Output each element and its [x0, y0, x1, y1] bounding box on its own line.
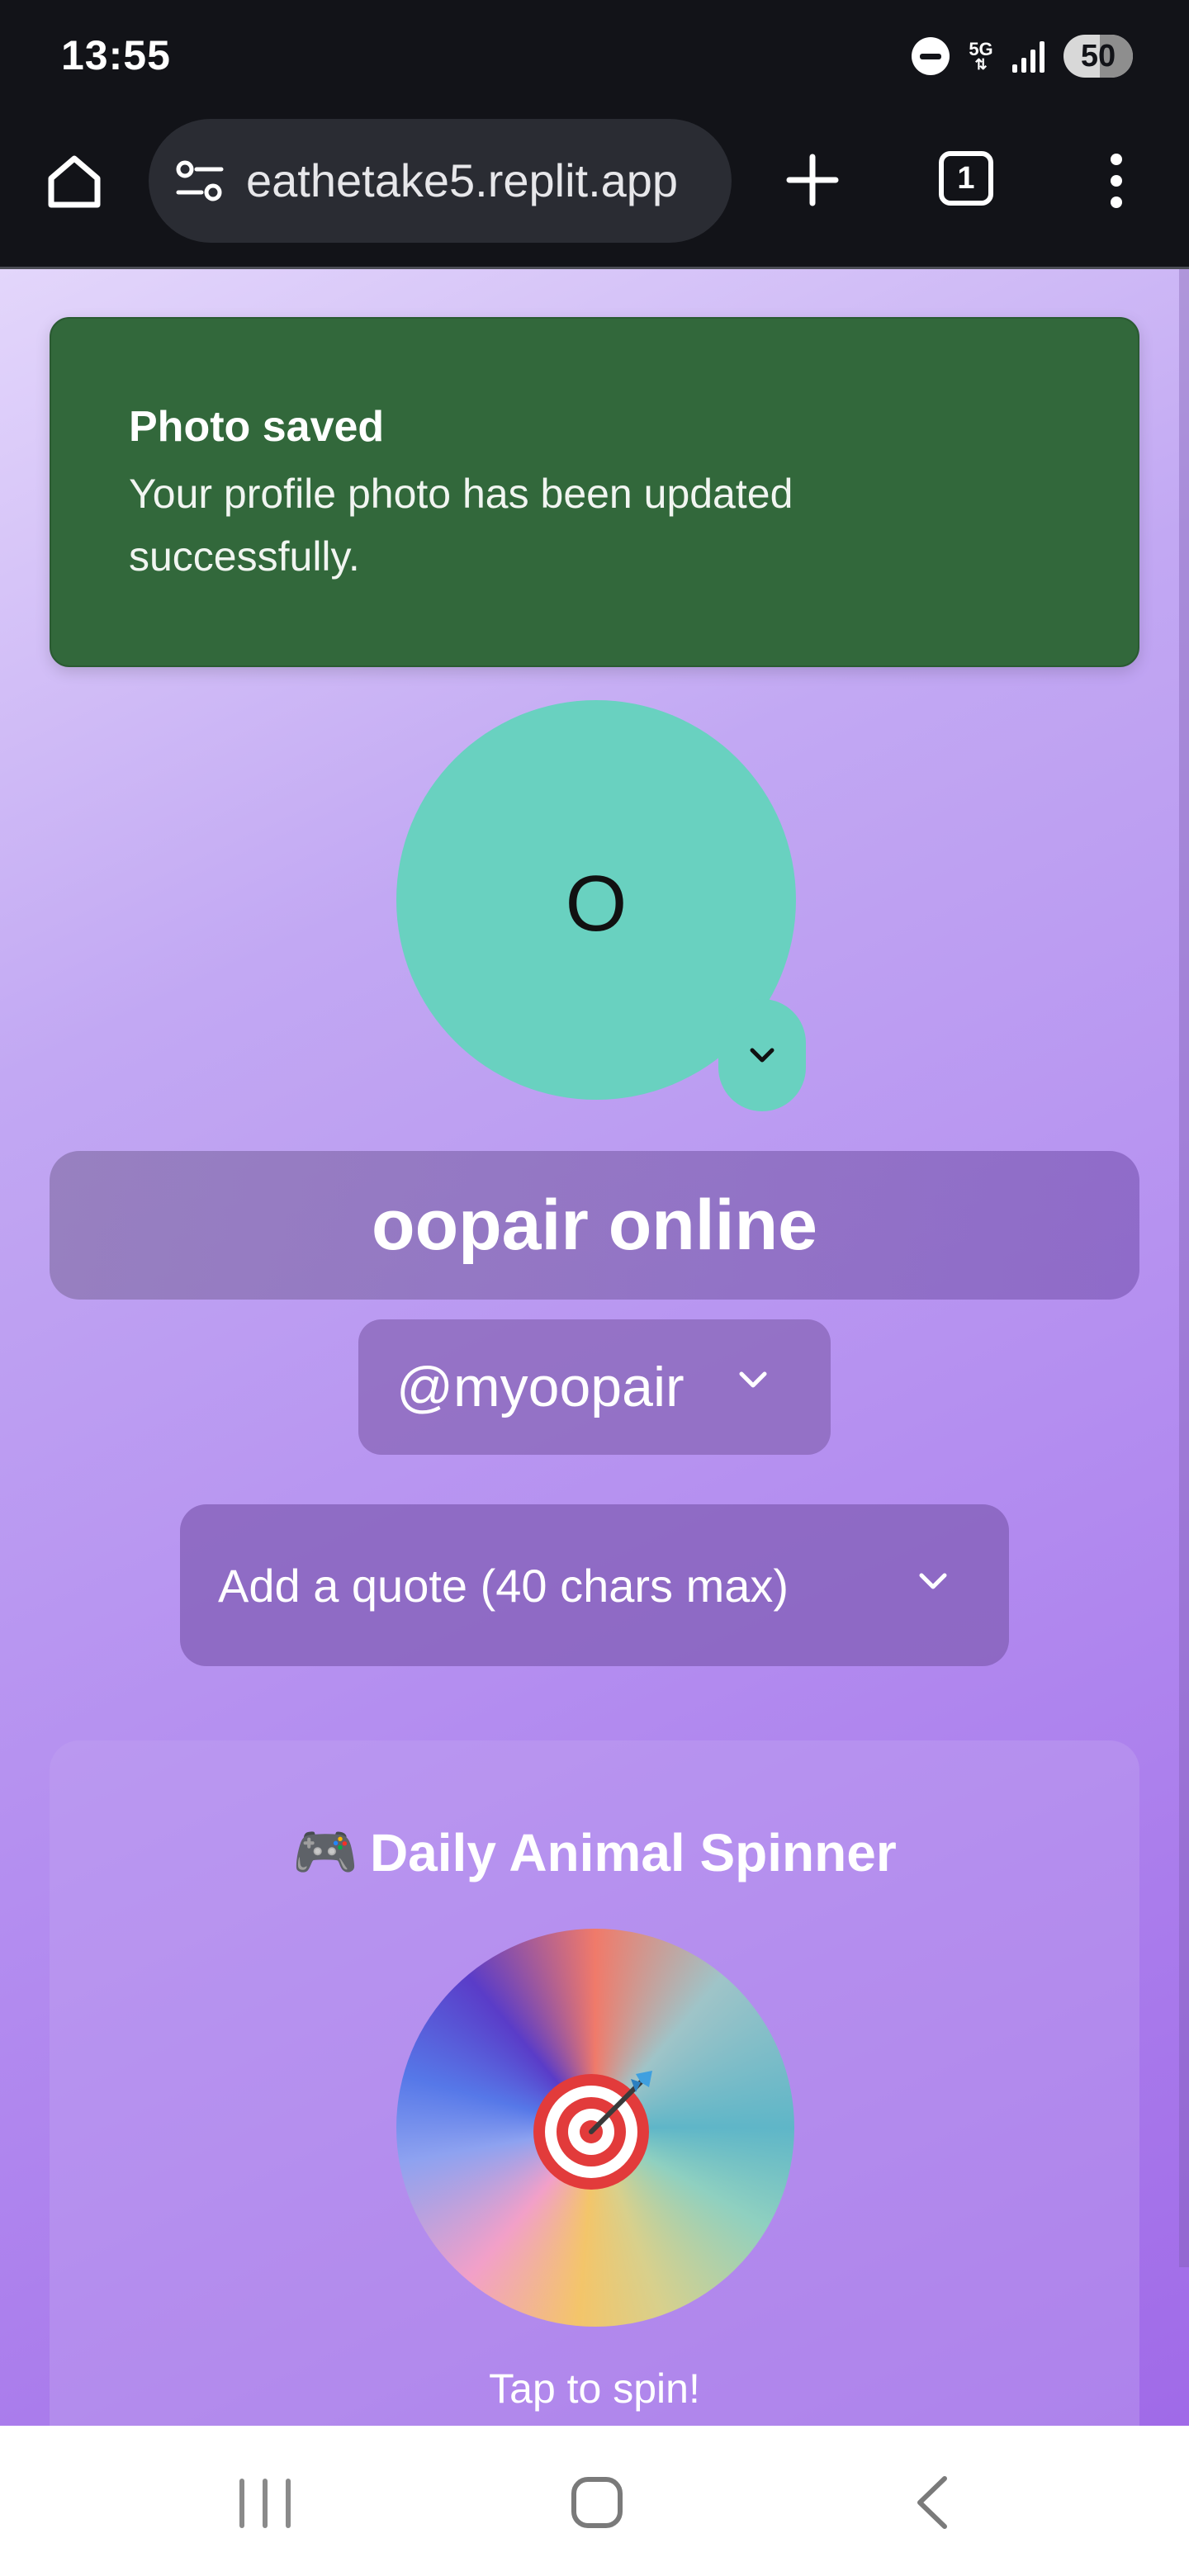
spinner-title: 🎮 Daily Animal Spinner	[50, 1821, 1139, 1883]
target-icon	[533, 2071, 652, 2190]
page-content: Photo saved Your profile photo has been …	[0, 269, 1189, 2426]
chevron-down-icon	[919, 1573, 947, 1589]
battery-icon: 50	[1063, 35, 1133, 78]
toast-notification: Photo saved Your profile photo has been …	[50, 317, 1139, 667]
spinner-wheel[interactable]	[396, 1929, 794, 2327]
battery-level: 50	[1080, 38, 1116, 73]
signal-icon	[1012, 40, 1049, 73]
avatar-menu-button[interactable]	[718, 999, 806, 1111]
status-bar: 13:55 5G ⇅ 50	[0, 0, 1189, 114]
toast-title: Photo saved	[129, 403, 385, 451]
quote-dropdown[interactable]: Add a quote (40 chars max)	[180, 1504, 1009, 1666]
more-menu-icon[interactable]	[1092, 144, 1141, 218]
home-nav-icon[interactable]	[571, 2477, 623, 2528]
system-nav-bar	[0, 2426, 1189, 2576]
tab-switcher-button[interactable]: 1	[933, 145, 999, 211]
home-icon	[48, 155, 101, 208]
display-name: oopair online	[372, 1185, 817, 1265]
back-icon[interactable]	[912, 2474, 953, 2531]
status-time: 13:55	[61, 32, 171, 78]
game-controller-icon: 🎮	[292, 1822, 358, 1882]
chevron-down-icon	[739, 1371, 767, 1388]
display-name-field[interactable]: oopair online	[50, 1151, 1139, 1300]
url-text[interactable]: eathetake5.replit.app	[246, 154, 708, 208]
handle-dropdown[interactable]: @myoopair	[358, 1319, 831, 1455]
5g-icon: 5G ⇅	[964, 39, 997, 73]
home-button[interactable]	[41, 149, 107, 215]
do-not-disturb-icon	[912, 37, 950, 75]
avatar-initial: O	[565, 859, 628, 948]
browser-toolbar: eathetake5.replit.app 1	[0, 114, 1189, 269]
spinner-title-text: Daily Animal Spinner	[369, 1822, 897, 1882]
new-tab-button[interactable]	[776, 144, 849, 216]
spin-cta[interactable]: Tap to spin!	[50, 2365, 1139, 2413]
animal-spinner-card: 🎮 Daily Animal Spinner Tap to spin!	[50, 1740, 1139, 2426]
scrollbar[interactable]	[1179, 269, 1189, 2267]
network-label: 5G	[969, 39, 993, 59]
address-bar[interactable]: eathetake5.replit.app	[149, 119, 732, 243]
chevron-down-icon	[750, 1048, 775, 1063]
tabs-icon: 1	[939, 151, 993, 206]
handle-text: @myoopair	[396, 1356, 685, 1418]
status-icons: 5G ⇅ 50	[912, 31, 1133, 81]
recent-apps-icon[interactable]	[239, 2479, 291, 2528]
site-settings-icon[interactable]	[173, 156, 226, 206]
quote-placeholder: Add a quote (40 chars max)	[218, 1559, 789, 1612]
toast-message: Your profile photo has been updated succ…	[129, 471, 793, 580]
new-tab-icon	[786, 154, 839, 206]
